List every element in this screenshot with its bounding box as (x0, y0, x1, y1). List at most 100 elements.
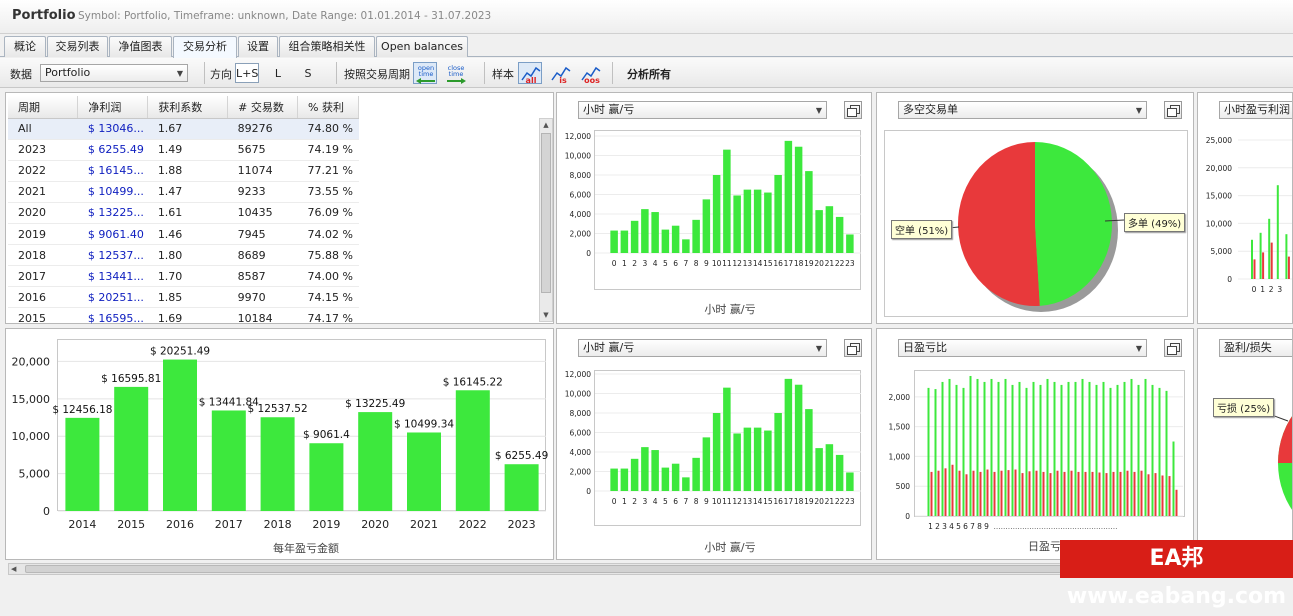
column-header[interactable]: 获利系数 (147, 96, 229, 119)
bar (764, 192, 772, 253)
scroll-up-icon[interactable]: ▲ (540, 119, 552, 131)
table-cell: $ 6255.49 (77, 139, 148, 161)
column-header[interactable]: # 交易数 (227, 96, 299, 119)
x-tick-label: 11 (722, 259, 732, 268)
x-tick-label: 8 (694, 259, 699, 268)
table-row[interactable]: 2018 $ 12537... 1.80 8689 75.88 % (8, 244, 359, 267)
tab-correlation[interactable]: 组合策略相关性 (279, 36, 375, 57)
table-row[interactable]: 2021 $ 10499... 1.47 9233 73.55 % (8, 181, 359, 203)
x-tick-label: 2017 (215, 518, 243, 531)
table-cell: $ 12537... (77, 244, 148, 267)
bar (309, 443, 344, 511)
bar (682, 477, 690, 491)
x-tick-label: 7 (683, 259, 688, 268)
analyze-all-button[interactable]: 分析所有 (627, 66, 671, 82)
x-tick-label: 19 (804, 259, 814, 268)
bar (1014, 469, 1017, 516)
bar (815, 448, 823, 491)
table-row[interactable]: 2016 $ 20251... 1.85 9970 74.15 % (8, 286, 359, 309)
bar (948, 378, 951, 516)
column-header[interactable]: 净利润 (77, 96, 149, 119)
table-row[interactable]: 2020 $ 13225... 1.61 10435 76.09 % (8, 202, 359, 224)
tab-overview[interactable]: 概论 (4, 36, 46, 57)
bar (358, 412, 393, 511)
sample-all-button[interactable]: all (518, 62, 542, 85)
table-row[interactable]: 2015 $ 16595... 1.69 10184 74.17 % (8, 307, 359, 330)
data-label: $ 12537.52 (248, 403, 308, 415)
bar (1268, 218, 1271, 279)
table-row[interactable]: 2019 $ 9061.40 1.46 7945 74.02 % (8, 223, 359, 246)
bar (794, 146, 803, 253)
bar (825, 206, 834, 253)
column-header[interactable]: % 获利 (297, 96, 359, 119)
x-tick-label: 9 (704, 259, 709, 268)
tab-settings[interactable]: 设置 (238, 36, 278, 57)
data-select-value: Portfolio (45, 66, 91, 79)
bar (1161, 475, 1164, 516)
table-cell: 1.70 (147, 265, 228, 288)
bar (712, 175, 721, 253)
y-tick-label: 4,000 (570, 448, 592, 457)
table-row[interactable]: 2022 $ 16145... 1.88 11074 77.21 % (8, 160, 359, 182)
x-tick-label: 2020 (361, 518, 389, 531)
close-time-button[interactable]: close time (443, 62, 467, 84)
direction-ls-button[interactable]: L+S (235, 63, 259, 83)
sample-is-button[interactable]: is (548, 62, 572, 85)
table-cell: 1.85 (147, 286, 228, 309)
column-header[interactable]: 周期 (8, 96, 79, 119)
direction-long-button[interactable]: L (266, 63, 290, 83)
x-tick-label: 1 (1260, 285, 1265, 294)
scroll-down-icon[interactable]: ▼ (540, 309, 552, 321)
bar (733, 195, 741, 253)
bar (1060, 384, 1063, 516)
daily-ratio-panel: 日盈亏比 ▼ 0 500 1,000 1,500 2,000 1 2 3 4 5 6 7 8 9......… (876, 328, 1194, 560)
table-row[interactable]: 2017 $ 13441... 1.70 8587 74.00 % (8, 265, 359, 288)
tab-open-balances[interactable]: Open balances (376, 36, 468, 57)
bar (1084, 471, 1087, 516)
table-row[interactable]: 2023 $ 6255.49 1.49 5675 74.19 % (8, 139, 359, 161)
bar (835, 454, 844, 491)
data-label: $ 10499.34 (394, 418, 454, 430)
x-tick-label: 23 (845, 497, 855, 506)
bar (1077, 471, 1080, 516)
divider (484, 62, 485, 84)
y-tick-label: 10,000 (565, 390, 591, 399)
bar (1168, 476, 1171, 516)
x-tick-label: 2 (632, 259, 637, 268)
bar (1151, 384, 1154, 516)
x-tick-label: 22 (835, 259, 845, 268)
tab-trade-list[interactable]: 交易列表 (47, 36, 108, 57)
open-time-button[interactable]: open time (413, 62, 437, 84)
divider (612, 62, 613, 84)
table-scrollbar[interactable]: ▲ ▼ (539, 118, 553, 322)
table-cell: 1.61 (147, 202, 228, 224)
bar (692, 219, 700, 253)
y-tick-label: 5,000 (19, 468, 51, 481)
tab-trade-analysis[interactable]: 交易分析 (173, 36, 237, 58)
data-select[interactable]: Portfolio ▼ (40, 64, 188, 82)
bar (504, 464, 539, 511)
pie-slice (958, 142, 1040, 306)
x-tick-label: 8 (977, 522, 982, 531)
table-cell: $ 10499... (77, 181, 148, 203)
sample-oos-button[interactable]: oos (578, 62, 602, 85)
direction-short-button[interactable]: S (296, 63, 320, 83)
bar (1154, 473, 1157, 516)
y-tick-label: 0 (1227, 275, 1232, 284)
bar (1140, 470, 1143, 516)
chart-caption: 每年盈亏金额 (273, 542, 339, 555)
x-tick-label: 12 (732, 259, 742, 268)
tab-equity-chart[interactable]: 净值图表 (109, 36, 172, 57)
bar (65, 417, 100, 511)
close-time-icon: close time (447, 64, 466, 84)
scroll-thumb[interactable] (541, 133, 551, 293)
bar (702, 199, 711, 253)
svg-text:all: all (526, 76, 537, 85)
bar (794, 384, 803, 491)
bar (944, 468, 947, 516)
bar (774, 413, 782, 491)
scroll-left-icon[interactable]: ◀ (11, 564, 23, 574)
bar (1147, 474, 1150, 516)
data-label: $ 20251.49 (150, 346, 210, 358)
table-row[interactable]: All $ 13046... 1.67 89276 74.80 % (8, 118, 359, 140)
